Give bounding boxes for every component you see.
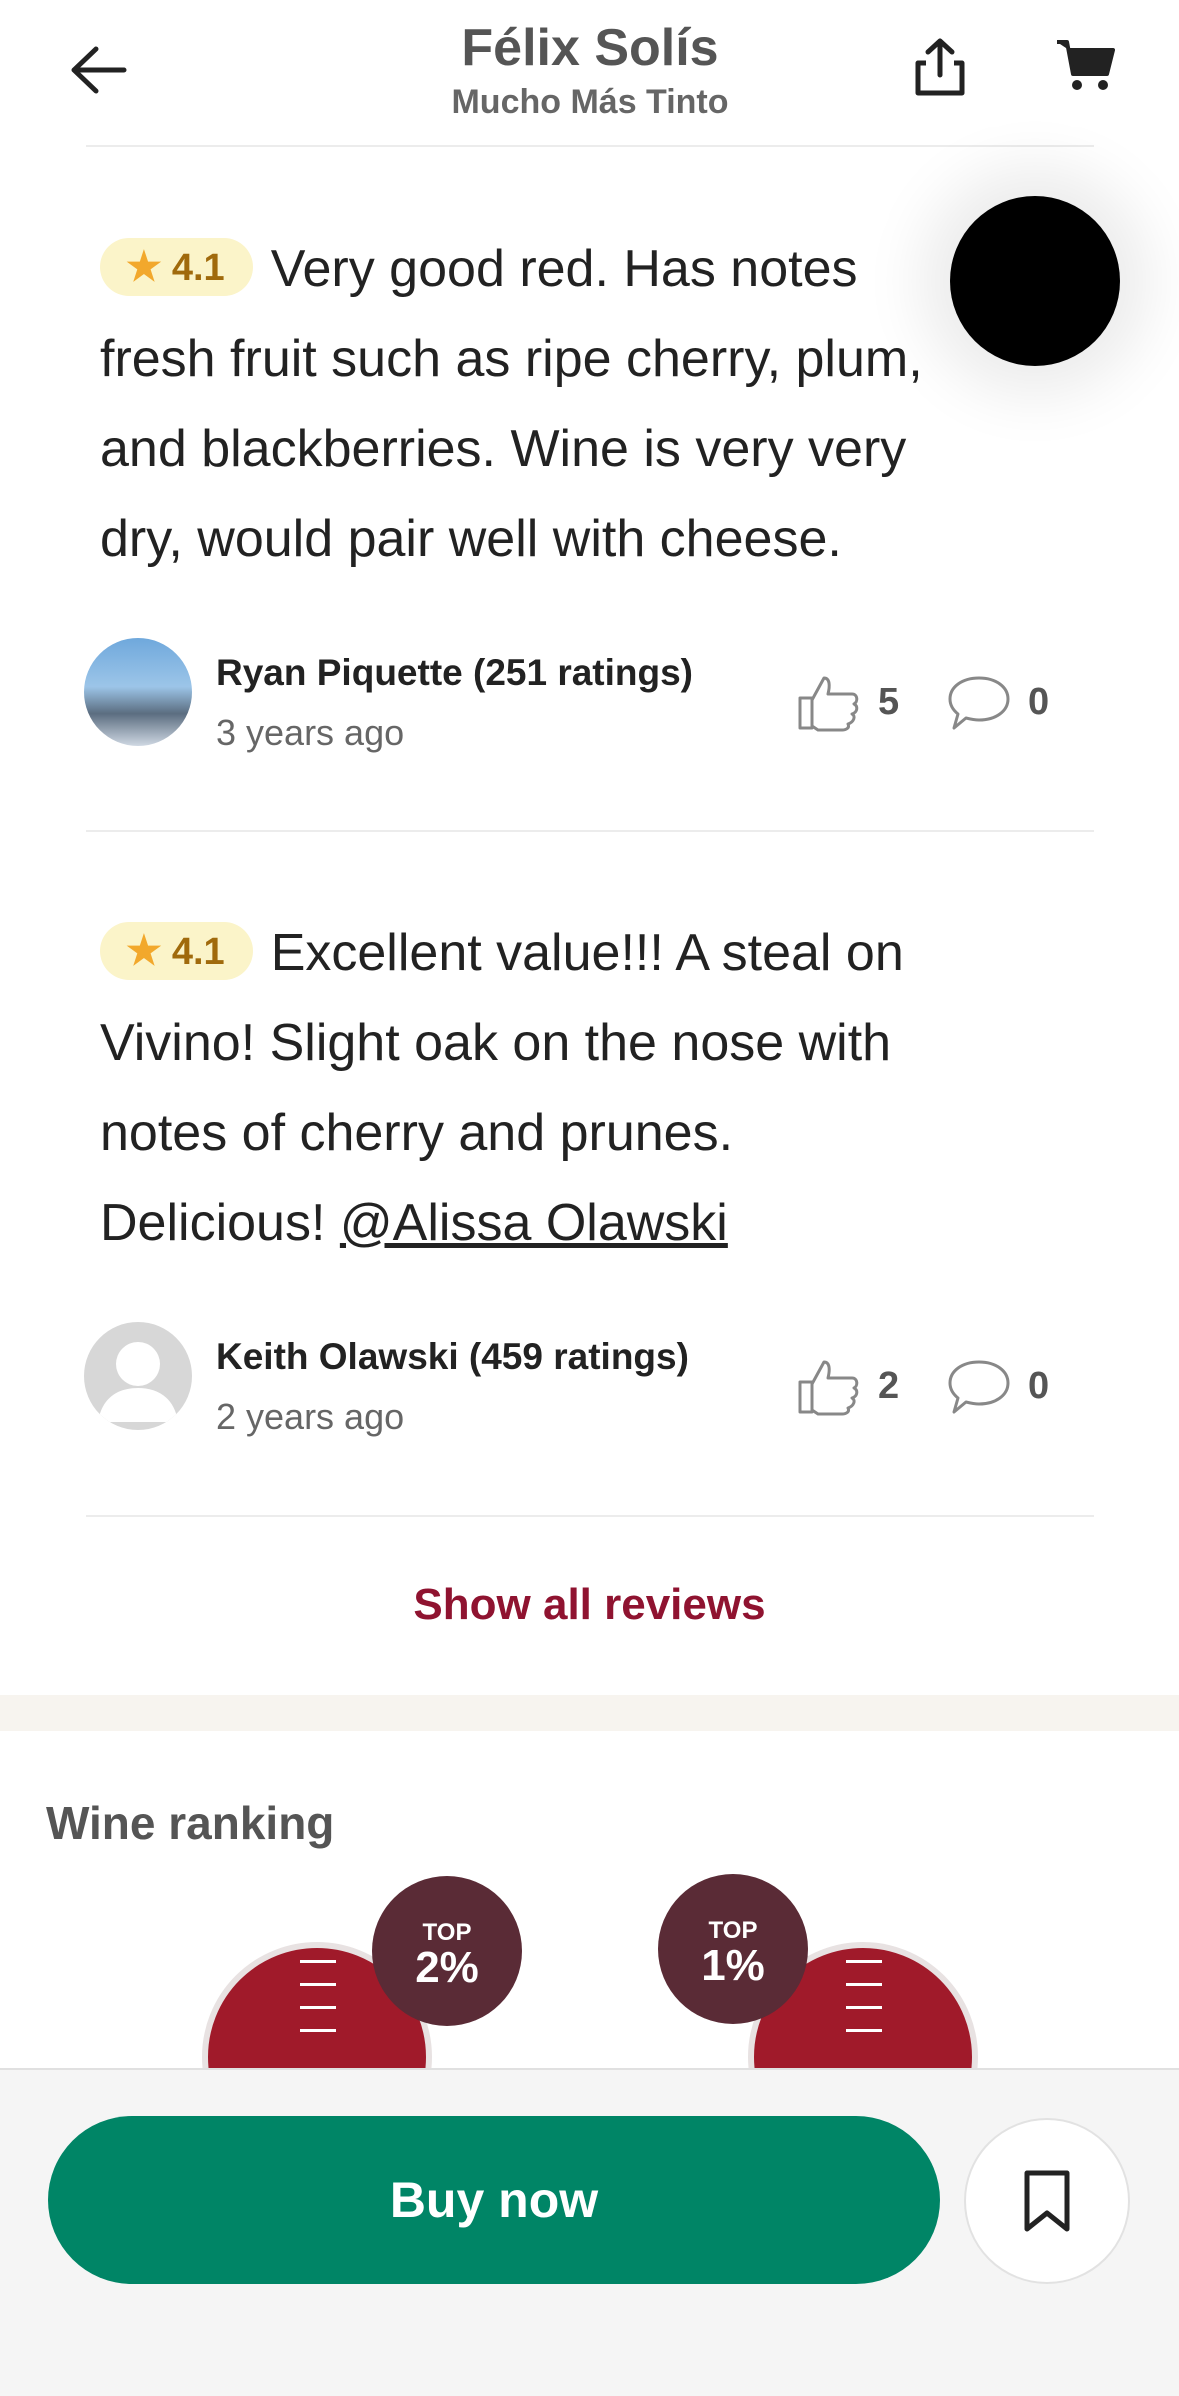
section-separator — [0, 1695, 1179, 1731]
floating-overlay-button[interactable] — [950, 196, 1120, 366]
reviewer-name[interactable]: Keith Olawski (459 ratings) — [216, 1336, 689, 1378]
wine-ranking-title: Wine ranking — [46, 1797, 335, 1849]
review-text: ★ 4.1 Very good red. Has notes fresh fruit… — [100, 238, 923, 568]
arrow-left-icon — [71, 46, 127, 94]
user-mention-link[interactable]: @Alissa Olawski — [340, 1194, 728, 1252]
reviewer-name[interactable]: Ryan Piquette (251 ratings) — [216, 652, 693, 694]
share-button[interactable] — [900, 28, 980, 108]
cart-icon — [1057, 40, 1115, 90]
thumbs-up-icon — [798, 676, 859, 732]
star-icon: ★ — [126, 245, 162, 289]
review-divider — [86, 830, 1094, 832]
ranking-badge[interactable]: TOP 1% — [658, 1874, 808, 2024]
like-button[interactable]: 2 — [796, 1356, 899, 1416]
comment-button[interactable]: 0 — [946, 672, 1049, 732]
review-time: 3 years ago — [216, 712, 405, 753]
avatar[interactable] — [84, 638, 192, 746]
like-button[interactable]: 5 — [796, 672, 899, 732]
rating-badge: ★ 4.1 — [100, 238, 253, 296]
review-text: ★ 4.1 Excellent value!!! A steal on Vivino… — [100, 922, 904, 1252]
review-divider — [86, 1515, 1094, 1517]
comment-count: 0 — [1028, 1364, 1050, 1407]
save-to-wishlist-button[interactable] — [964, 2118, 1130, 2284]
winery-title: Félix Solís — [461, 19, 719, 77]
comment-icon — [948, 676, 1010, 730]
header-divider — [86, 145, 1094, 147]
review-time: 2 years ago — [216, 1396, 405, 1437]
star-icon: ★ — [126, 929, 162, 973]
thumbs-up-icon — [798, 1360, 859, 1416]
comment-icon — [948, 1360, 1010, 1414]
avatar[interactable] — [84, 1322, 192, 1430]
comment-button[interactable]: 0 — [946, 1356, 1049, 1416]
back-button[interactable] — [58, 30, 138, 110]
share-icon — [915, 38, 965, 96]
buy-now-button[interactable]: Buy now — [48, 2116, 940, 2284]
like-count: 2 — [878, 1364, 900, 1407]
default-avatar-icon — [98, 1342, 178, 1422]
wine-name: Mucho Más Tinto — [451, 83, 729, 121]
comment-count: 0 — [1028, 680, 1050, 723]
rating-badge: ★ 4.1 — [100, 922, 253, 980]
show-all-reviews-link[interactable]: Show all reviews — [0, 1580, 1179, 1630]
header-title-group: Félix Solís Mucho Más Tinto — [290, 16, 890, 124]
like-count: 5 — [878, 680, 900, 723]
bookmark-icon — [1024, 2170, 1070, 2232]
ranking-badge[interactable]: TOP 2% — [372, 1876, 522, 2026]
cart-button[interactable] — [1040, 26, 1130, 106]
top-bar: Félix Solís Mucho Más Tinto — [0, 0, 1179, 148]
